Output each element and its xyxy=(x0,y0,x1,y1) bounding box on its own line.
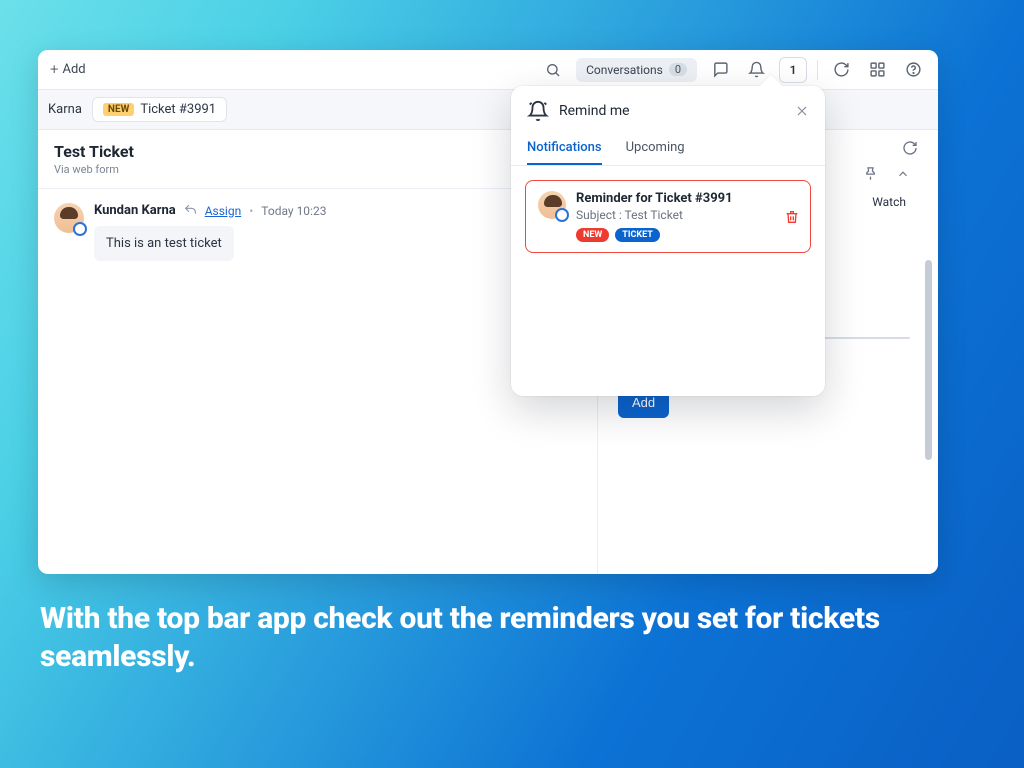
scrollbar-track[interactable] xyxy=(925,190,932,514)
chat-icon[interactable] xyxy=(707,57,733,83)
panel-refresh-icon[interactable] xyxy=(902,140,918,156)
reminder-count: 1 xyxy=(790,63,797,77)
avatar xyxy=(54,203,84,233)
pin-icon[interactable] xyxy=(863,166,878,181)
conversations-label: Conversations xyxy=(586,63,663,77)
tab-upcoming[interactable]: Upcoming xyxy=(626,132,685,165)
search-icon[interactable] xyxy=(540,57,566,83)
close-icon[interactable] xyxy=(795,104,809,118)
trash-icon[interactable] xyxy=(784,209,800,225)
badge-new: NEW xyxy=(576,228,609,242)
meta-separator: • xyxy=(249,204,253,218)
badge-ticket: TICKET xyxy=(615,228,660,242)
topbar-right: Conversations 0 1 xyxy=(540,57,926,83)
breadcrumb-ticket-label: Ticket #3991 xyxy=(140,102,216,117)
topbar: + Add Conversations 0 1 xyxy=(38,50,938,90)
chevron-up-icon[interactable] xyxy=(896,167,910,181)
reminder-avatar xyxy=(538,191,566,219)
message-bubble: This is an test ticket xyxy=(94,226,234,261)
breadcrumb-user[interactable]: Karna xyxy=(38,102,92,117)
ticket-title: Test Ticket xyxy=(54,142,134,161)
help-icon[interactable] xyxy=(900,57,926,83)
breadcrumb-ticket-chip[interactable]: NEW Ticket #3991 xyxy=(92,97,227,122)
reminder-card[interactable]: Reminder for Ticket #3991 Subject : Test… xyxy=(525,180,811,253)
assign-link[interactable]: Assign xyxy=(205,204,242,218)
new-badge: NEW xyxy=(103,103,134,116)
thread-meta: Kundan Karna Assign • Today 10:23 xyxy=(94,203,581,218)
popover-bell-icon xyxy=(527,100,549,122)
watch-label: Watch xyxy=(872,195,906,209)
popover-title: Remind me xyxy=(559,103,785,119)
ticket-via: Via web form xyxy=(54,163,134,176)
scrollbar-thumb[interactable] xyxy=(925,260,932,460)
plus-icon: + xyxy=(50,62,58,77)
reminder-title: Reminder for Ticket #3991 xyxy=(576,191,798,206)
separator xyxy=(817,60,818,80)
remind-me-popover: Remind me Notifications Upcoming Reminde… xyxy=(511,86,825,396)
reminder-subject: Subject : Test Ticket xyxy=(576,208,798,222)
reminder-count-button[interactable]: 1 xyxy=(779,57,807,83)
marketing-caption: With the top bar app check out the remin… xyxy=(40,600,984,675)
timestamp: Today 10:23 xyxy=(261,204,326,218)
conversations-pill[interactable]: Conversations 0 xyxy=(576,58,697,82)
author-name: Kundan Karna xyxy=(94,203,176,218)
reply-icon[interactable] xyxy=(184,204,197,217)
apps-grid-icon[interactable] xyxy=(864,57,890,83)
tab-notifications[interactable]: Notifications xyxy=(527,132,602,165)
popover-tabs: Notifications Upcoming xyxy=(511,132,825,166)
conversations-count: 0 xyxy=(669,63,687,76)
add-button[interactable]: + Add xyxy=(50,62,86,77)
add-label: Add xyxy=(62,62,85,77)
refresh-icon[interactable] xyxy=(828,57,854,83)
